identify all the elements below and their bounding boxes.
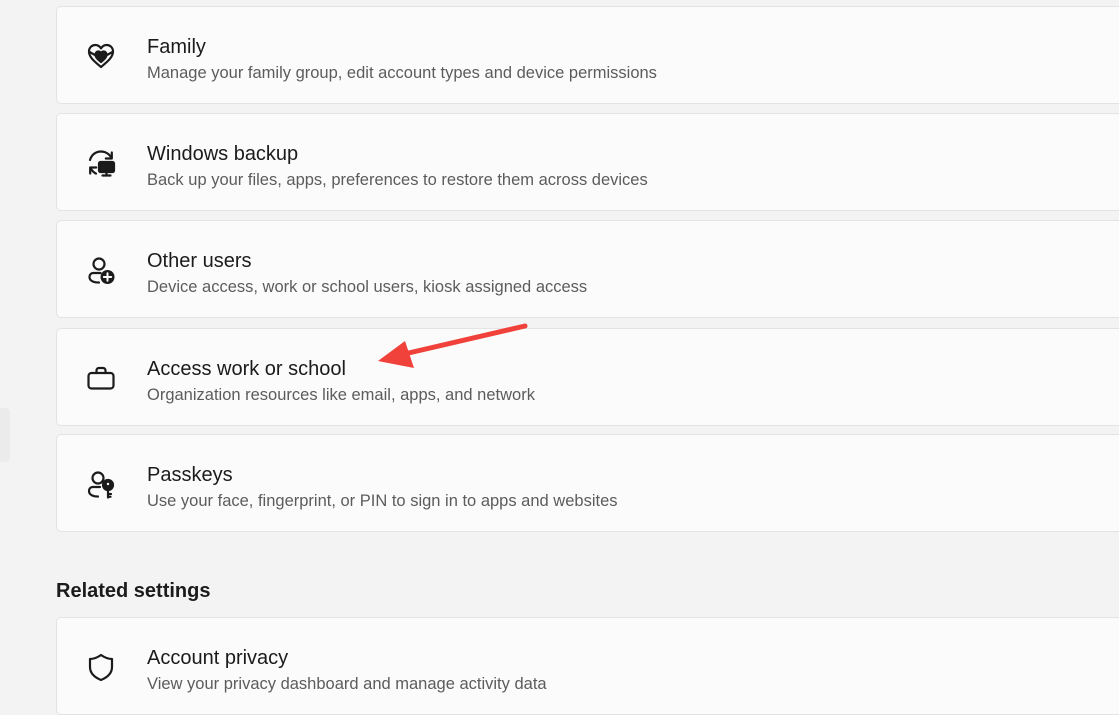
person-add-icon <box>85 254 117 286</box>
account-privacy-setting-card[interactable]: Account privacy View your privacy dashbo… <box>56 617 1119 715</box>
windows-backup-setting-card[interactable]: Windows backup Back up your files, apps,… <box>56 113 1119 211</box>
access-work-school-title: Access work or school <box>147 358 346 380</box>
family-description: Manage your family group, edit account t… <box>147 64 657 82</box>
passkeys-description: Use your face, fingerprint, or PIN to si… <box>147 492 618 510</box>
access-work-school-description: Organization resources like email, apps,… <box>147 386 535 404</box>
passkeys-setting-card[interactable]: Passkeys Use your face, fingerprint, or … <box>56 434 1119 532</box>
family-title: Family <box>147 36 206 58</box>
account-privacy-description: View your privacy dashboard and manage a… <box>147 675 547 693</box>
person-key-icon <box>85 468 117 500</box>
other-users-setting-card[interactable]: Other users Device access, work or schoo… <box>56 220 1119 318</box>
passkeys-title: Passkeys <box>147 464 233 486</box>
other-users-title: Other users <box>147 250 252 272</box>
nav-selection-edge <box>0 408 10 462</box>
briefcase-icon <box>85 362 117 394</box>
windows-backup-description: Back up your files, apps, preferences to… <box>147 171 648 189</box>
family-setting-card[interactable]: Family Manage your family group, edit ac… <box>56 6 1119 104</box>
shield-icon <box>85 651 117 683</box>
account-privacy-title: Account privacy <box>147 647 289 669</box>
other-users-description: Device access, work or school users, kio… <box>147 278 588 296</box>
backup-sync-icon <box>85 147 117 179</box>
family-heart-icon <box>85 40 117 72</box>
related-settings-heading: Related settings <box>56 580 211 602</box>
windows-backup-title: Windows backup <box>147 143 299 165</box>
access-work-school-setting-card[interactable]: Access work or school Organization resou… <box>56 328 1119 426</box>
